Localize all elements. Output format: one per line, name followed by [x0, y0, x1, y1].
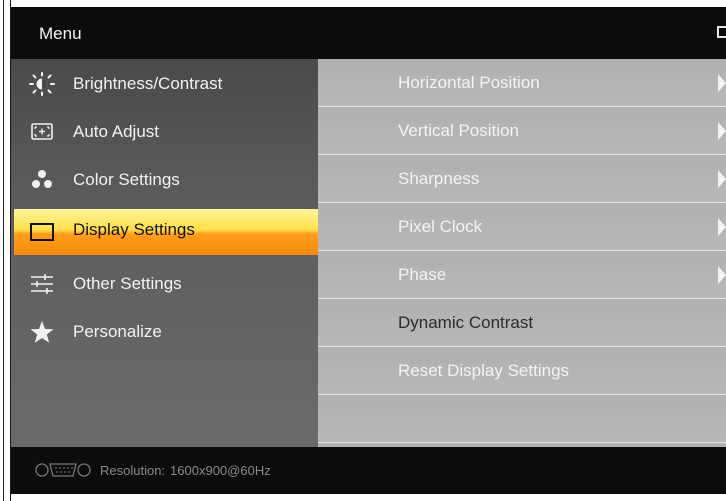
brightness-icon: [29, 72, 55, 96]
sidebar: Brightness/Contrast Auto Adjust Color Se…: [11, 59, 318, 447]
color-settings-icon: [29, 168, 55, 192]
resolution-value: 1600x900@60Hz: [170, 463, 271, 478]
screen-frame-edge: [0, 0, 11, 501]
menu-row-label: Vertical Position: [398, 121, 519, 140]
resolution-status: Resolution: 1600x900@60Hz: [100, 463, 271, 478]
menu-row-dynamic-contrast[interactable]: Dynamic Contrast: [318, 299, 726, 347]
osd-menu: Menu Brightness/Contrast Auto Adjust Col…: [11, 7, 726, 494]
sidebar-item-label: Personalize: [73, 322, 162, 341]
menu-row-empty: [318, 395, 726, 443]
sidebar-item-label: Other Settings: [73, 274, 182, 293]
status-footer: Resolution: 1600x900@60Hz: [11, 447, 726, 494]
sidebar-item-other-settings[interactable]: Other Settings: [11, 264, 318, 304]
menu-row-label: Reset Display Settings: [398, 361, 570, 380]
menu-row-label: Pixel Clock: [398, 217, 483, 236]
menu-row-horizontal-position[interactable]: Horizontal Position: [318, 59, 726, 107]
submenu-arrow-icon: [718, 122, 726, 140]
menu-row-pixel-clock[interactable]: Pixel Clock: [318, 203, 726, 251]
star-icon: [29, 320, 55, 344]
resolution-label: Resolution:: [100, 463, 166, 478]
submenu-arrow-icon: [718, 266, 726, 284]
menu-row-sharpness[interactable]: Sharpness: [318, 155, 726, 203]
submenu-arrow-icon: [718, 218, 726, 236]
window-corner-icon: [717, 26, 726, 38]
menu-row-phase[interactable]: Phase: [318, 251, 726, 299]
menu-row-label: Dynamic Contrast: [398, 313, 534, 332]
auto-adjust-icon: [29, 120, 55, 144]
menu-row-reset-display-settings[interactable]: Reset Display Settings: [318, 347, 726, 395]
menu-title: Menu: [39, 24, 82, 43]
menu-row-label: Phase: [398, 265, 447, 284]
sidebar-item-auto-adjust[interactable]: Auto Adjust: [11, 112, 318, 152]
sidebar-item-color-settings[interactable]: Color Settings: [11, 160, 318, 200]
submenu-arrow-icon: [718, 74, 726, 92]
sidebar-item-label: Brightness/Contrast: [73, 74, 223, 93]
sidebar-item-brightness-contrast[interactable]: Brightness/Contrast: [11, 64, 318, 104]
sidebar-item-label: Auto Adjust: [73, 122, 160, 141]
vga-connector-icon: [33, 461, 93, 484]
menu-header: Menu: [11, 7, 726, 59]
menu-row-label: Horizontal Position: [398, 73, 540, 92]
display-icon: [29, 221, 55, 245]
sidebar-item-personalize[interactable]: Personalize: [11, 312, 318, 352]
sliders-icon: [29, 272, 55, 296]
sidebar-item-display-settings[interactable]: Display Settings: [14, 209, 318, 255]
submenu-arrow-icon: [718, 170, 726, 188]
submenu-panel: Horizontal Position Vertical Position Sh…: [318, 59, 726, 447]
menu-row-vertical-position[interactable]: Vertical Position: [318, 107, 726, 155]
screen-bottom-edge: [11, 494, 726, 501]
sidebar-item-label: Display Settings: [73, 220, 195, 239]
menu-row-label: Sharpness: [398, 169, 480, 188]
sidebar-item-label: Color Settings: [73, 170, 180, 189]
